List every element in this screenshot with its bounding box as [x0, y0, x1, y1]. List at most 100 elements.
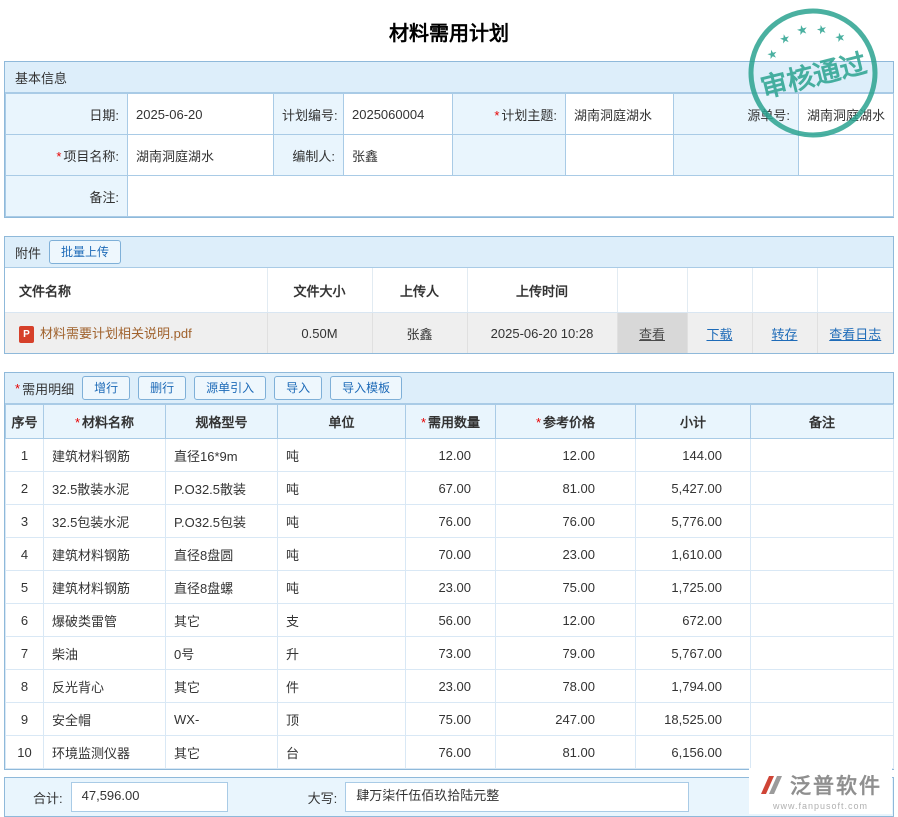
detail-cell-name[interactable]: 32.5散装水泥	[44, 472, 166, 505]
detail-row: 6爆破类雷管其它支56.0012.00672.00	[6, 604, 894, 637]
source-label: 源单号:	[674, 94, 799, 135]
detail-cell-price[interactable]: 23.00	[496, 538, 636, 571]
detail-cell-unit[interactable]: 吨	[278, 472, 406, 505]
detail-cell-seq: 3	[6, 505, 44, 538]
detail-table: 序号 *材料名称 规格型号 单位 *需用数量 *参考价格 小计 备注 1建筑材料…	[5, 404, 894, 769]
detail-cell-price[interactable]: 247.00	[496, 703, 636, 736]
fanpu-logo-icon	[759, 773, 785, 797]
import-button[interactable]: 导入	[274, 376, 322, 400]
detail-cell-remark[interactable]	[751, 604, 894, 637]
file-size-cell: 0.50M	[267, 313, 372, 354]
detail-cell-price[interactable]: 76.00	[496, 505, 636, 538]
detail-cell-qty[interactable]: 75.00	[406, 703, 496, 736]
transfer-link[interactable]: 转存	[771, 327, 797, 342]
download-link[interactable]: 下载	[706, 327, 732, 342]
detail-cell-remark[interactable]	[751, 703, 894, 736]
detail-cell-name[interactable]: 安全帽	[44, 703, 166, 736]
detail-cell-remark[interactable]	[751, 538, 894, 571]
detail-cell-name[interactable]: 建筑材料钢筋	[44, 439, 166, 472]
detail-cell-name[interactable]: 环境监测仪器	[44, 736, 166, 769]
detail-cell-spec[interactable]: WX-	[166, 703, 278, 736]
detail-cell-remark[interactable]	[751, 670, 894, 703]
detail-cell-unit[interactable]: 顶	[278, 703, 406, 736]
empty-label-cell	[674, 135, 799, 176]
detail-cell-qty[interactable]: 56.00	[406, 604, 496, 637]
detail-cell-price[interactable]: 79.00	[496, 637, 636, 670]
detail-cell-name[interactable]: 建筑材料钢筋	[44, 538, 166, 571]
detail-cell-spec[interactable]: 直径16*9m	[166, 439, 278, 472]
detail-cell-name[interactable]: 反光背心	[44, 670, 166, 703]
detail-cell-seq: 6	[6, 604, 44, 637]
detail-cell-qty[interactable]: 70.00	[406, 538, 496, 571]
detail-cell-price[interactable]: 75.00	[496, 571, 636, 604]
attachments-title: 附件	[15, 243, 41, 262]
page-title: 材料需用计划	[4, 0, 894, 61]
empty-value-cell	[799, 135, 894, 176]
detail-cell-remark[interactable]	[751, 736, 894, 769]
view-link[interactable]: 查看	[639, 327, 665, 342]
detail-cell-spec[interactable]: 直径8盘螺	[166, 571, 278, 604]
date-value: 2025-06-20	[128, 94, 274, 135]
file-name-link[interactable]: 材料需要计划相关说明.pdf	[40, 326, 192, 341]
view-log-link[interactable]: 查看日志	[829, 327, 881, 342]
delete-row-button[interactable]: 删行	[138, 376, 186, 400]
detail-cell-remark[interactable]	[751, 439, 894, 472]
detail-cell-qty[interactable]: 76.00	[406, 505, 496, 538]
import-template-button[interactable]: 导入模板	[330, 376, 402, 400]
detail-cell-qty[interactable]: 23.00	[406, 571, 496, 604]
detail-cell-qty[interactable]: 12.00	[406, 439, 496, 472]
remark-label: 备注:	[6, 176, 128, 217]
batch-upload-button[interactable]: 批量上传	[49, 240, 121, 264]
detail-cell-remark[interactable]	[751, 505, 894, 538]
detail-cell-spec[interactable]: 其它	[166, 604, 278, 637]
detail-cell-remark[interactable]	[751, 571, 894, 604]
detail-cell-spec[interactable]: P.O32.5包装	[166, 505, 278, 538]
detail-cell-remark[interactable]	[751, 472, 894, 505]
detail-cell-price[interactable]: 81.00	[496, 472, 636, 505]
detail-cell-unit[interactable]: 支	[278, 604, 406, 637]
detail-cell-price[interactable]: 12.00	[496, 439, 636, 472]
spec-header: 规格型号	[166, 405, 278, 439]
detail-cell-seq: 1	[6, 439, 44, 472]
detail-cell-unit[interactable]: 台	[278, 736, 406, 769]
detail-cell-unit[interactable]: 吨	[278, 538, 406, 571]
detail-cell-name[interactable]: 建筑材料钢筋	[44, 571, 166, 604]
detail-cell-unit[interactable]: 吨	[278, 505, 406, 538]
detail-cell-qty[interactable]: 76.00	[406, 736, 496, 769]
detail-cell-seq: 10	[6, 736, 44, 769]
detail-cell-price[interactable]: 78.00	[496, 670, 636, 703]
detail-cell-unit[interactable]: 吨	[278, 571, 406, 604]
detail-cell-price[interactable]: 12.00	[496, 604, 636, 637]
detail-cell-qty[interactable]: 23.00	[406, 670, 496, 703]
uploader-cell: 张鑫	[372, 313, 467, 354]
detail-row: 4建筑材料钢筋直径8盘圆吨70.0023.001,610.00	[6, 538, 894, 571]
detail-cell-spec[interactable]: 其它	[166, 670, 278, 703]
detail-cell-unit[interactable]: 吨	[278, 439, 406, 472]
detail-cell-remark[interactable]	[751, 637, 894, 670]
detail-cell-name[interactable]: 32.5包装水泥	[44, 505, 166, 538]
detail-cell-spec[interactable]: P.O32.5散装	[166, 472, 278, 505]
detail-cell-spec[interactable]: 直径8盘圆	[166, 538, 278, 571]
detail-cell-unit[interactable]: 件	[278, 670, 406, 703]
detail-cell-qty[interactable]: 67.00	[406, 472, 496, 505]
required-mark: *	[421, 415, 426, 430]
add-row-button[interactable]: 增行	[82, 376, 130, 400]
file-size-header: 文件大小	[267, 268, 372, 313]
detail-cell-name[interactable]: 柴油	[44, 637, 166, 670]
file-name-cell: P 材料需要计划相关说明.pdf	[5, 313, 267, 354]
detail-cell-name[interactable]: 爆破类雷管	[44, 604, 166, 637]
detail-cell-spec[interactable]: 其它	[166, 736, 278, 769]
detail-cell-seq: 4	[6, 538, 44, 571]
source-import-button[interactable]: 源单引入	[194, 376, 266, 400]
detail-cell-qty[interactable]: 73.00	[406, 637, 496, 670]
view-log-action-cell: 查看日志	[817, 313, 893, 354]
detail-cell-seq: 9	[6, 703, 44, 736]
attachment-row: P材料需要计划相关说明.pdf 0.50M 张鑫 2025-06-20 10:2…	[5, 313, 893, 354]
pdf-icon: P	[19, 326, 34, 343]
empty-label-cell	[453, 135, 566, 176]
detail-cell-spec[interactable]: 0号	[166, 637, 278, 670]
detail-cell-price[interactable]: 81.00	[496, 736, 636, 769]
date-label: 日期:	[6, 94, 128, 135]
file-name-header: 文件名称	[5, 268, 267, 313]
detail-cell-unit[interactable]: 升	[278, 637, 406, 670]
